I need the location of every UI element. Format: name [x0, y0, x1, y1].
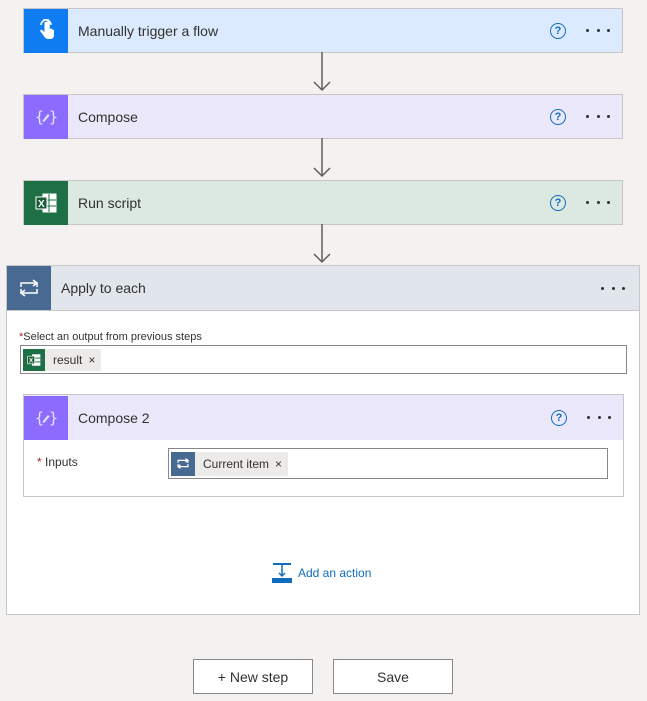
new-step-button[interactable]: + New step [193, 659, 313, 694]
excel-icon: X [23, 348, 45, 371]
select-output-input[interactable]: X result × [20, 345, 627, 374]
svg-text:{: { [35, 409, 44, 427]
step-title: Compose 2 [78, 409, 150, 426]
step-run-script[interactable]: X Run script ? [23, 180, 623, 225]
select-output-label: *Select an output from previous steps [19, 331, 202, 343]
connector-arrow [313, 52, 331, 92]
step-compose-2: { } Compose 2 ? * Inputs Current item × [23, 394, 624, 497]
result-token[interactable]: X result × [23, 348, 102, 371]
compose-2-header[interactable]: { } Compose 2 ? [24, 395, 623, 440]
more-options-icon[interactable] [586, 21, 610, 41]
step-title: Manually trigger a flow [78, 22, 219, 39]
svg-text:}: } [49, 409, 58, 427]
add-action-label: Add an action [298, 566, 372, 580]
help-icon[interactable]: ? [551, 409, 567, 426]
loop-icon [7, 266, 51, 310]
current-item-token[interactable]: Current item × [171, 451, 289, 476]
svg-text:X: X [29, 357, 34, 364]
more-options-icon[interactable] [587, 408, 611, 428]
remove-token-icon[interactable]: × [275, 457, 282, 471]
more-options-icon[interactable] [601, 278, 625, 298]
compose-icon: { } [24, 395, 68, 440]
field-label-text: Select an output from previous steps [23, 331, 202, 343]
add-action-icon [272, 563, 292, 583]
step-title: Run script [78, 194, 142, 211]
svg-text:}: } [49, 108, 58, 126]
apply-to-each-title: Apply to each [61, 280, 146, 296]
token-label: result [53, 352, 83, 367]
svg-text:X: X [38, 199, 45, 210]
step-title: Compose [78, 108, 138, 125]
inputs-field[interactable]: Current item × [168, 448, 608, 479]
apply-to-each-header[interactable]: Apply to each [7, 266, 639, 311]
apply-to-each-container: Apply to each *Select an output from pre… [6, 265, 640, 615]
token-label: Current item [203, 456, 270, 471]
more-options-icon[interactable] [586, 107, 610, 127]
help-icon[interactable]: ? [550, 108, 566, 125]
required-marker: * [37, 455, 42, 469]
help-icon[interactable]: ? [550, 194, 566, 211]
connector-arrow [313, 138, 331, 178]
loop-icon [171, 451, 195, 476]
svg-text:{: { [35, 108, 44, 126]
field-label-text: Inputs [45, 455, 78, 469]
step-manually-trigger[interactable]: Manually trigger a flow ? [23, 8, 623, 53]
compose-icon: { } [24, 94, 68, 139]
add-an-action-button[interactable]: Add an action [272, 562, 371, 584]
more-options-icon[interactable] [586, 193, 610, 213]
connector-arrow [313, 224, 331, 264]
help-icon[interactable]: ? [550, 22, 566, 39]
save-button[interactable]: Save [333, 659, 453, 694]
touch-icon [24, 8, 68, 53]
remove-token-icon[interactable]: × [88, 353, 95, 367]
step-compose[interactable]: { } Compose ? [23, 94, 623, 139]
inputs-label: * Inputs [37, 455, 78, 469]
excel-icon: X [24, 180, 68, 225]
